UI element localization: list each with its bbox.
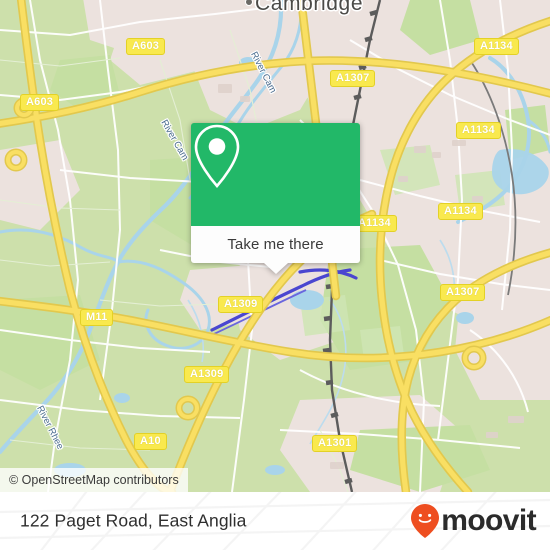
place-label-cambridge: Cambridge (255, 0, 364, 15)
popup-header (191, 123, 360, 226)
road-shield[interactable]: A1307 (440, 284, 486, 301)
popup-pointer-tail (263, 263, 288, 274)
road-shield[interactable]: A603 (20, 94, 60, 111)
road-shield[interactable]: A1134 (438, 203, 483, 220)
popup-footer[interactable]: Take me there (191, 226, 360, 274)
moovit-smiley-pin-icon (411, 504, 440, 538)
road-shield[interactable]: A1309 (218, 296, 264, 313)
take-me-there-label: Take me there (227, 236, 324, 253)
road-shield[interactable]: A1134 (456, 122, 501, 139)
footer-bar: 122 Paget Road, East Anglia moovit (0, 492, 550, 550)
osm-attribution[interactable]: © OpenStreetMap contributors (0, 468, 188, 492)
location-popup-card[interactable]: Take me there (191, 123, 360, 274)
address-title: 122 Paget Road, East Anglia (20, 510, 247, 531)
road-shield[interactable]: A1301 (312, 435, 358, 452)
road-shield[interactable]: A1307 (330, 70, 376, 87)
road-shield[interactable]: A1309 (184, 366, 230, 383)
moovit-map-screen: A603 A603 A1307 A1134 A1134 A1134 A1134 … (0, 0, 550, 550)
road-shield[interactable]: A1134 (474, 38, 519, 55)
map-pin-icon (194, 124, 240, 188)
map-canvas[interactable]: A603 A603 A1307 A1134 A1134 A1134 A1134 … (0, 0, 550, 492)
road-shield[interactable]: M11 (80, 309, 114, 326)
road-shield[interactable]: A10 (134, 433, 167, 450)
road-shield[interactable]: A603 (126, 38, 166, 55)
moovit-logo[interactable]: moovit (410, 503, 537, 539)
moovit-wordmark: moovit (441, 504, 536, 537)
